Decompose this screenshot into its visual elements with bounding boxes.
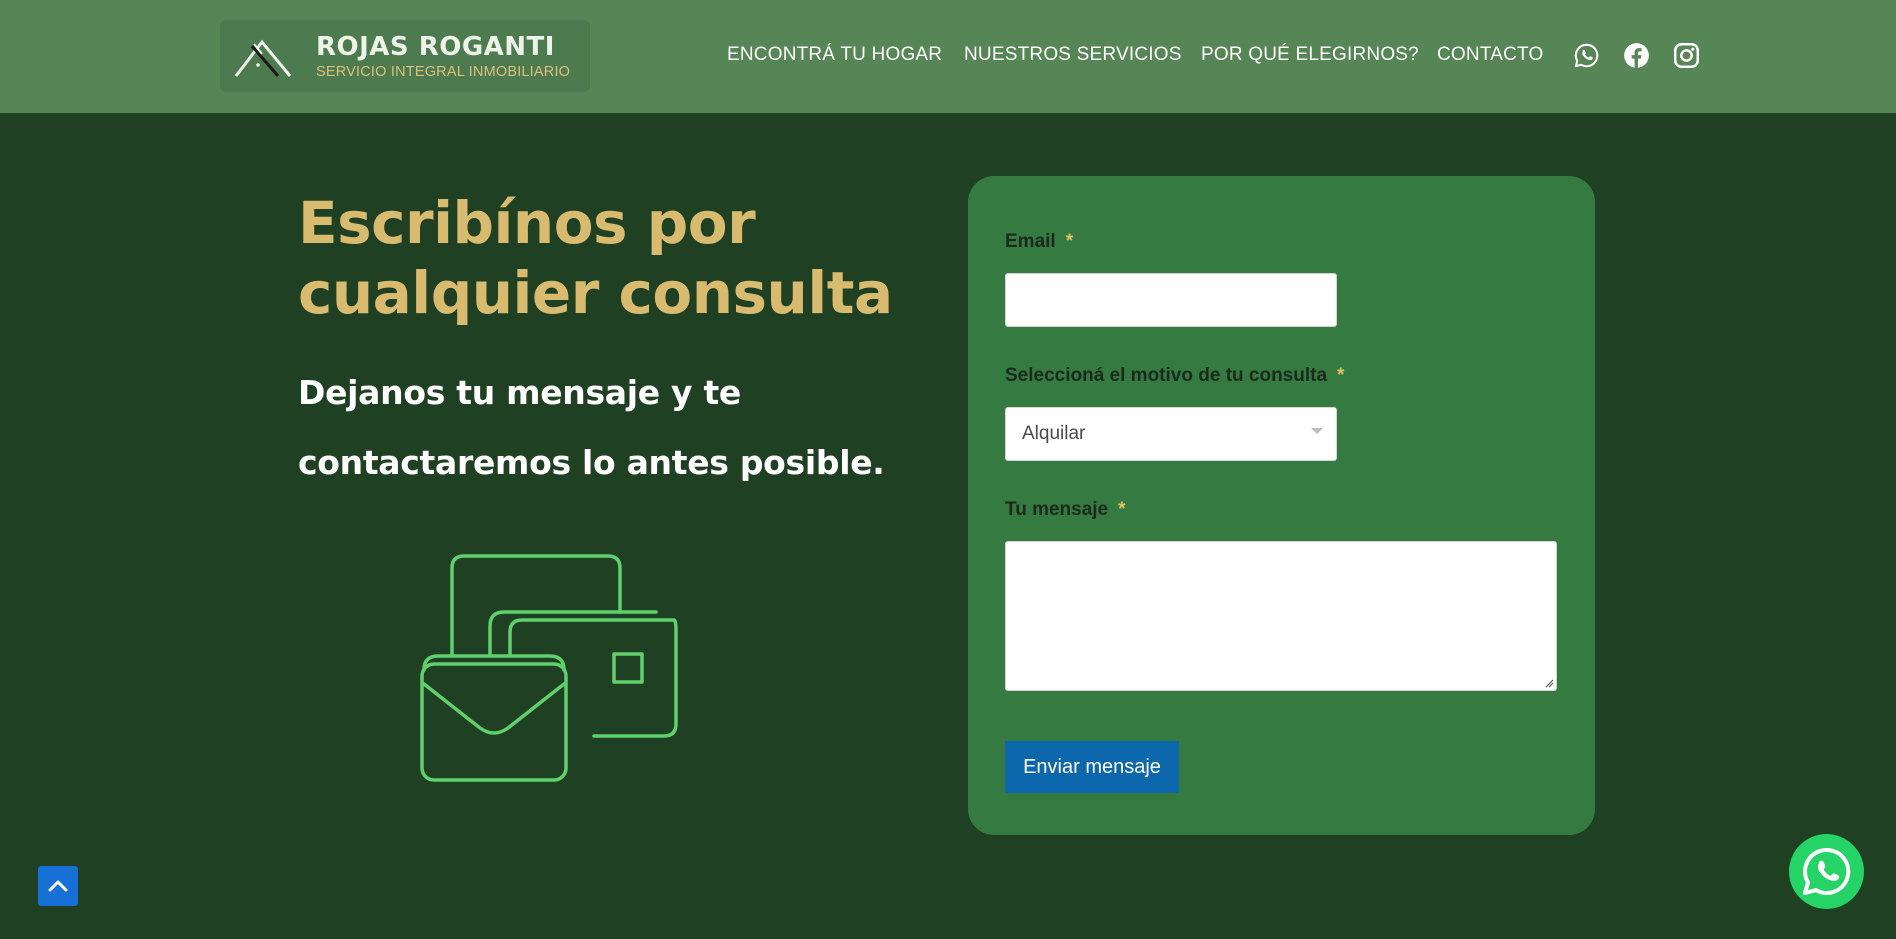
nav-item-encontra-tu-hogar[interactable]: ENCONTRÁ TU HOGAR bbox=[727, 44, 942, 66]
page-subtitle: Dejanos tu mensaje y te contactaremos lo… bbox=[298, 358, 918, 498]
reason-select[interactable]: Alquilar bbox=[1005, 407, 1337, 461]
chevron-up-icon bbox=[48, 880, 68, 892]
required-mark: * bbox=[1065, 231, 1074, 252]
page-title: Escribínos por cualquier consulta bbox=[298, 188, 918, 328]
whatsapp-icon bbox=[1803, 847, 1851, 895]
contact-cards-envelope-icon bbox=[420, 554, 678, 782]
reason-label-text: Seleccioná el motivo de tu consulta bbox=[1005, 365, 1328, 386]
nav-item-contacto[interactable]: CONTACTO bbox=[1437, 44, 1543, 66]
house-roof-logo-icon bbox=[234, 39, 292, 77]
whatsapp-chat-button[interactable] bbox=[1789, 834, 1864, 909]
scroll-to-top-button[interactable] bbox=[38, 866, 78, 906]
brand-tagline: SERVICIO INTEGRAL INMOBILIARIO bbox=[316, 64, 571, 80]
page-subtitle-line-1: Dejanos tu mensaje y te bbox=[298, 373, 742, 412]
chevron-down-icon bbox=[1311, 428, 1323, 434]
nav-item-nuestros-servicios[interactable]: NUESTROS SERVICIOS bbox=[964, 44, 1182, 66]
send-message-button[interactable]: Enviar mensaje bbox=[1005, 741, 1179, 793]
whatsapp-icon[interactable] bbox=[1573, 42, 1600, 69]
reason-label: Seleccioná el motivo de tu consulta * bbox=[1005, 365, 1344, 387]
contact-form: Email * Seleccioná el motivo de tu consul… bbox=[968, 176, 1595, 835]
required-mark: * bbox=[1118, 499, 1126, 520]
email-label: Email * bbox=[1005, 231, 1073, 253]
message-label-text: Tu mensaje bbox=[1005, 499, 1109, 520]
message-label: Tu mensaje * bbox=[1005, 499, 1126, 521]
site-header: ROJAS ROGANTI SERVICIO INTEGRAL INMOBILI… bbox=[0, 0, 1896, 113]
brand-name: ROJAS ROGANTI bbox=[316, 32, 555, 62]
instagram-icon[interactable] bbox=[1673, 42, 1700, 69]
reason-select-value: Alquilar bbox=[1022, 423, 1086, 444]
facebook-icon[interactable] bbox=[1623, 42, 1650, 69]
page-subtitle-line-2: contactaremos lo antes posible. bbox=[298, 443, 885, 482]
required-mark: * bbox=[1337, 365, 1345, 386]
page-title-line-2: cualquier consulta bbox=[298, 259, 893, 327]
email-field[interactable] bbox=[1005, 273, 1337, 327]
nav-item-por-que-elegirnos[interactable]: POR QUÉ ELEGIRNOS? bbox=[1201, 44, 1419, 66]
brand-logo[interactable]: ROJAS ROGANTI SERVICIO INTEGRAL INMOBILI… bbox=[220, 20, 590, 92]
resize-grip-icon[interactable] bbox=[1544, 678, 1554, 688]
page-title-line-1: Escribínos por bbox=[298, 189, 756, 257]
email-label-text: Email bbox=[1005, 231, 1056, 252]
message-textarea[interactable] bbox=[1005, 541, 1557, 691]
